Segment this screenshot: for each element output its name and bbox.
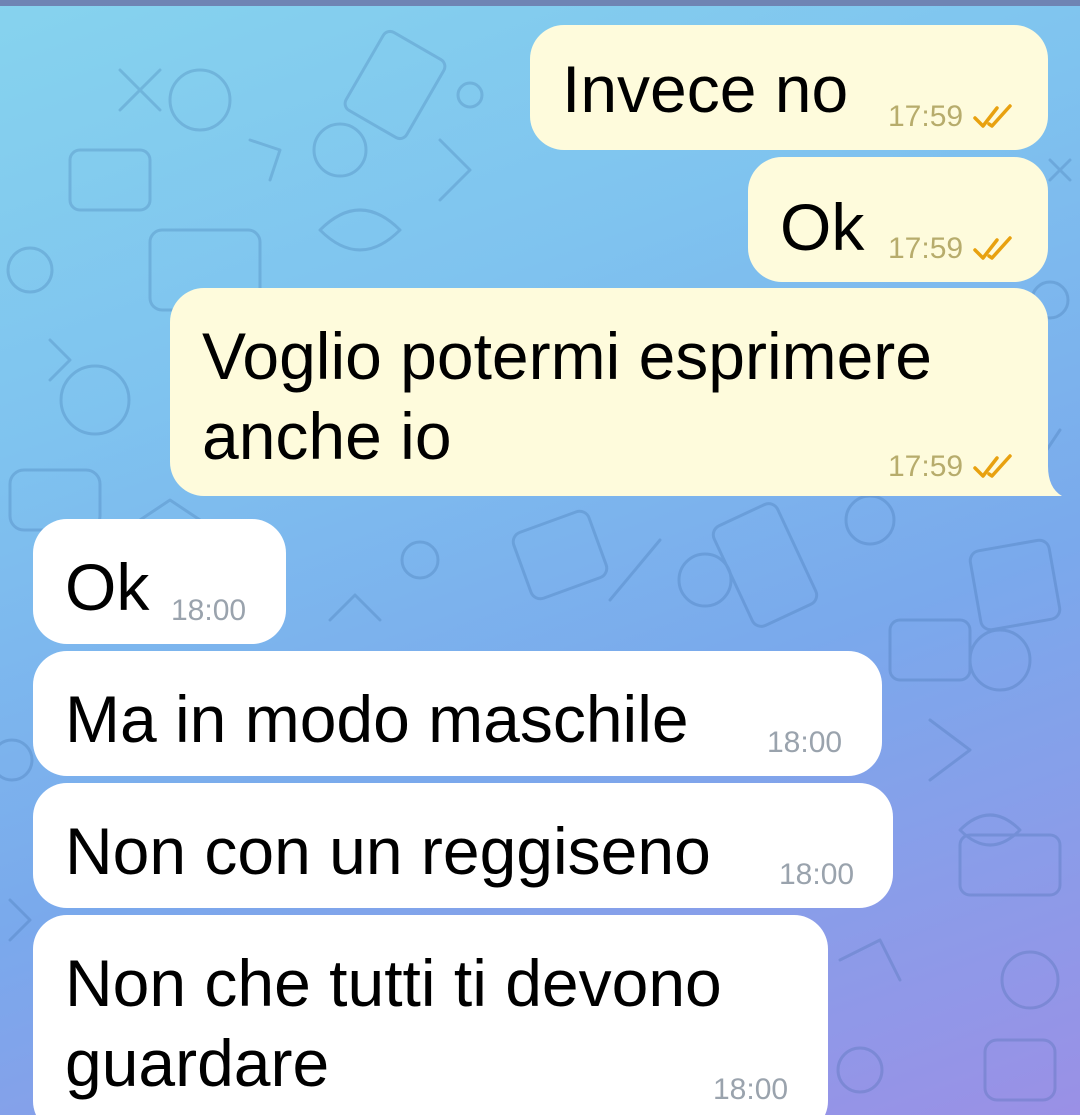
double-check-icon: [973, 454, 1012, 478]
message-line: Non che tutti ti devono: [65, 946, 722, 1020]
message-bubble-incoming[interactable]: Non con un reggiseno 18:00: [33, 783, 893, 908]
message-meta: 18:00: [713, 1073, 788, 1107]
double-check-icon: [973, 236, 1012, 260]
message-text: Ma in modo maschile: [65, 682, 689, 756]
bubble-tail: [1040, 466, 1062, 496]
message-line: Voglio potermi esprimere: [202, 319, 932, 393]
message-bubble-incoming[interactable]: Non che tutti ti devono guardare 18:00: [33, 915, 828, 1115]
message-time: 17:59: [888, 450, 964, 483]
message-time: 18:00: [171, 594, 247, 627]
message-text: Non che tutti ti devono guardare: [65, 943, 722, 1103]
message-meta: 17:59: [888, 450, 1015, 484]
message-text: Invece no: [562, 52, 849, 126]
message-bubble-incoming[interactable]: Ok 18:00: [33, 519, 286, 644]
message-meta: 17:59: [888, 100, 1015, 134]
message-time: 18:00: [767, 726, 843, 759]
message-bubble-outgoing[interactable]: Voglio potermi esprimere anche io 17:59: [170, 288, 1048, 496]
message-time: 18:00: [779, 858, 855, 891]
message-meta: 17:59: [888, 232, 1015, 266]
message-time: 17:59: [888, 232, 964, 265]
message-text: Voglio potermi esprimere anche io: [202, 316, 932, 476]
message-meta: 18:00: [779, 858, 854, 892]
message-bubble-incoming[interactable]: Ma in modo maschile 18:00: [33, 651, 882, 776]
message-meta: 18:00: [171, 594, 246, 628]
message-line: anche io: [202, 399, 452, 473]
message-meta: 18:00: [767, 726, 842, 760]
chat-background: Invece no 17:59 Ok 17:59 Voglio potermi …: [0, 0, 1080, 1115]
message-text: Ok: [780, 190, 865, 264]
message-time: 18:00: [713, 1073, 789, 1106]
message-line: guardare: [65, 1026, 330, 1100]
message-bubble-outgoing[interactable]: Invece no 17:59: [530, 25, 1048, 150]
double-check-icon: [973, 104, 1012, 128]
message-bubble-outgoing[interactable]: Ok 17:59: [748, 157, 1048, 282]
message-time: 17:59: [888, 100, 964, 133]
message-text: Non con un reggiseno: [65, 814, 711, 888]
message-text: Ok: [65, 550, 150, 624]
